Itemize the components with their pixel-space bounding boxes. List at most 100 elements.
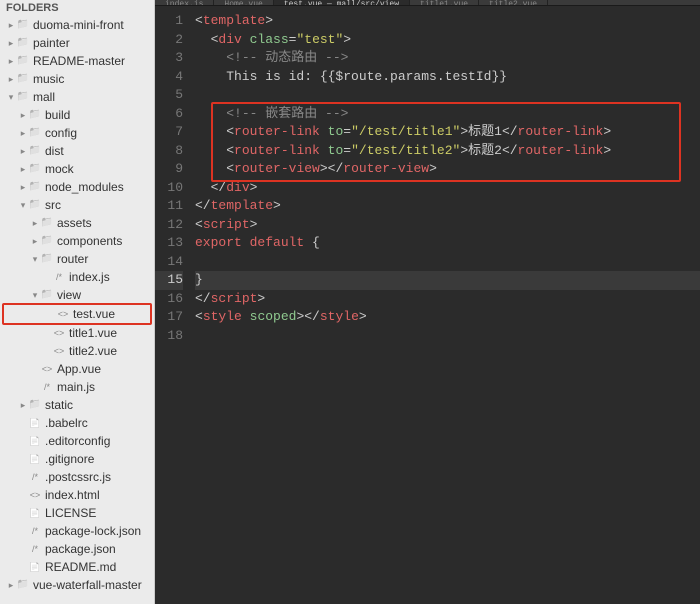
- expand-arrow-icon[interactable]: [6, 17, 16, 33]
- code-line[interactable]: <template>: [195, 12, 700, 31]
- code-line[interactable]: <script>: [195, 216, 700, 235]
- file-icon: [40, 363, 54, 376]
- tree-item[interactable]: music: [0, 70, 154, 88]
- editor-tab[interactable]: title1.vue: [410, 0, 479, 5]
- tree-item[interactable]: App.vue: [0, 360, 154, 378]
- expand-arrow-icon[interactable]: [30, 287, 40, 303]
- expand-arrow-icon[interactable]: [18, 125, 28, 141]
- expand-arrow-icon[interactable]: [30, 251, 40, 267]
- tree-item[interactable]: LICENSE: [0, 504, 154, 522]
- tree-item[interactable]: title1.vue: [0, 324, 154, 342]
- tree-item-label: config: [45, 125, 77, 141]
- code-line[interactable]: export default {: [195, 234, 700, 253]
- tree-item[interactable]: mock: [0, 160, 154, 178]
- expand-arrow-icon[interactable]: [18, 197, 28, 213]
- tree-item[interactable]: dist: [0, 142, 154, 160]
- tree-item[interactable]: duoma-mini-front: [0, 16, 154, 34]
- tree-item[interactable]: router: [0, 250, 154, 268]
- code-line[interactable]: <router-link to="/test/title1">标题1</rout…: [195, 123, 700, 142]
- code-area[interactable]: 123456789101112131415161718 <template> <…: [155, 6, 700, 604]
- tree-item-label: index.html: [45, 487, 100, 503]
- tree-item[interactable]: index.html: [0, 486, 154, 504]
- tree-item[interactable]: components: [0, 232, 154, 250]
- tree-item[interactable]: view: [0, 286, 154, 304]
- tree-item[interactable]: build: [0, 106, 154, 124]
- tree-item-label: music: [33, 71, 64, 87]
- expand-arrow-icon[interactable]: [30, 233, 40, 249]
- folder-icon: [28, 145, 42, 158]
- tree-item[interactable]: test.vue: [2, 303, 152, 325]
- code-line[interactable]: }: [195, 271, 700, 290]
- code-line[interactable]: [195, 327, 700, 346]
- tree-item[interactable]: src: [0, 196, 154, 214]
- tree-item[interactable]: README-master: [0, 52, 154, 70]
- editor-tab[interactable]: Home.vue: [214, 0, 273, 5]
- line-number: 15: [155, 271, 183, 290]
- code-line[interactable]: [195, 253, 700, 272]
- file-icon: [52, 345, 66, 358]
- expand-arrow-icon[interactable]: [30, 215, 40, 231]
- tree-item[interactable]: .postcssrc.js: [0, 468, 154, 486]
- expand-arrow-icon[interactable]: [18, 397, 28, 413]
- folder-icon: [40, 217, 54, 230]
- expand-arrow-icon[interactable]: [18, 107, 28, 123]
- tree-item-label: .babelrc: [45, 415, 88, 431]
- expand-arrow-icon[interactable]: [6, 71, 16, 87]
- expand-arrow-icon[interactable]: [6, 53, 16, 69]
- tree-item-label: App.vue: [57, 361, 101, 377]
- code-content[interactable]: <template> <div class="test"> <!-- 动态路由 …: [195, 12, 700, 604]
- line-number: 3: [155, 49, 183, 68]
- expand-arrow-icon[interactable]: [6, 35, 16, 51]
- code-line[interactable]: </script>: [195, 290, 700, 309]
- line-number: 2: [155, 31, 183, 50]
- tree-item[interactable]: static: [0, 396, 154, 414]
- sidebar-header: FOLDERS: [0, 0, 154, 16]
- editor-tab[interactable]: test.vue — mall/src/view: [274, 0, 410, 5]
- tree-item-label: vue-waterfall-master: [33, 577, 142, 593]
- tree-item[interactable]: .gitignore: [0, 450, 154, 468]
- folder-icon: [28, 109, 42, 122]
- editor-tab[interactable]: title2.vue: [479, 0, 548, 5]
- code-line[interactable]: <router-link to="/test/title2">标题2</rout…: [195, 142, 700, 161]
- tree-item[interactable]: .babelrc: [0, 414, 154, 432]
- code-line[interactable]: </template>: [195, 197, 700, 216]
- folder-icon: [40, 253, 54, 266]
- code-line[interactable]: <router-view></router-view>: [195, 160, 700, 179]
- line-gutter: 123456789101112131415161718: [155, 12, 195, 604]
- line-number: 13: [155, 234, 183, 253]
- file-icon: [52, 271, 66, 284]
- tree-item[interactable]: package.json: [0, 540, 154, 558]
- code-line[interactable]: <!-- 动态路由 -->: [195, 49, 700, 68]
- tree-item[interactable]: painter: [0, 34, 154, 52]
- tree-item-label: mall: [33, 89, 55, 105]
- expand-arrow-icon[interactable]: [6, 577, 16, 593]
- tree-item[interactable]: title2.vue: [0, 342, 154, 360]
- tree-item[interactable]: node_modules: [0, 178, 154, 196]
- tree-item[interactable]: index.js: [0, 268, 154, 286]
- code-line[interactable]: <style scoped></style>: [195, 308, 700, 327]
- code-line[interactable]: This is id: {{$route.params.testId}}: [195, 68, 700, 87]
- folder-icon: [28, 181, 42, 194]
- line-number: 4: [155, 68, 183, 87]
- file-icon: [28, 453, 42, 466]
- expand-arrow-icon[interactable]: [6, 89, 16, 105]
- code-line[interactable]: <!-- 嵌套路由 -->: [195, 105, 700, 124]
- tree-item[interactable]: .editorconfig: [0, 432, 154, 450]
- tree-item[interactable]: README.md: [0, 558, 154, 576]
- tree-item[interactable]: config: [0, 124, 154, 142]
- expand-arrow-icon[interactable]: [18, 161, 28, 177]
- tree-item[interactable]: package-lock.json: [0, 522, 154, 540]
- line-number: 11: [155, 197, 183, 216]
- tree-item[interactable]: assets: [0, 214, 154, 232]
- expand-arrow-icon[interactable]: [18, 179, 28, 195]
- tree-item-label: components: [57, 233, 122, 249]
- code-line[interactable]: <div class="test">: [195, 31, 700, 50]
- expand-arrow-icon[interactable]: [18, 143, 28, 159]
- tree-item[interactable]: main.js: [0, 378, 154, 396]
- code-line[interactable]: </div>: [195, 179, 700, 198]
- editor-tab[interactable]: index.js: [155, 0, 214, 5]
- line-number: 18: [155, 327, 183, 346]
- tree-item[interactable]: mall: [0, 88, 154, 106]
- tree-item[interactable]: vue-waterfall-master: [0, 576, 154, 594]
- code-line[interactable]: [195, 86, 700, 105]
